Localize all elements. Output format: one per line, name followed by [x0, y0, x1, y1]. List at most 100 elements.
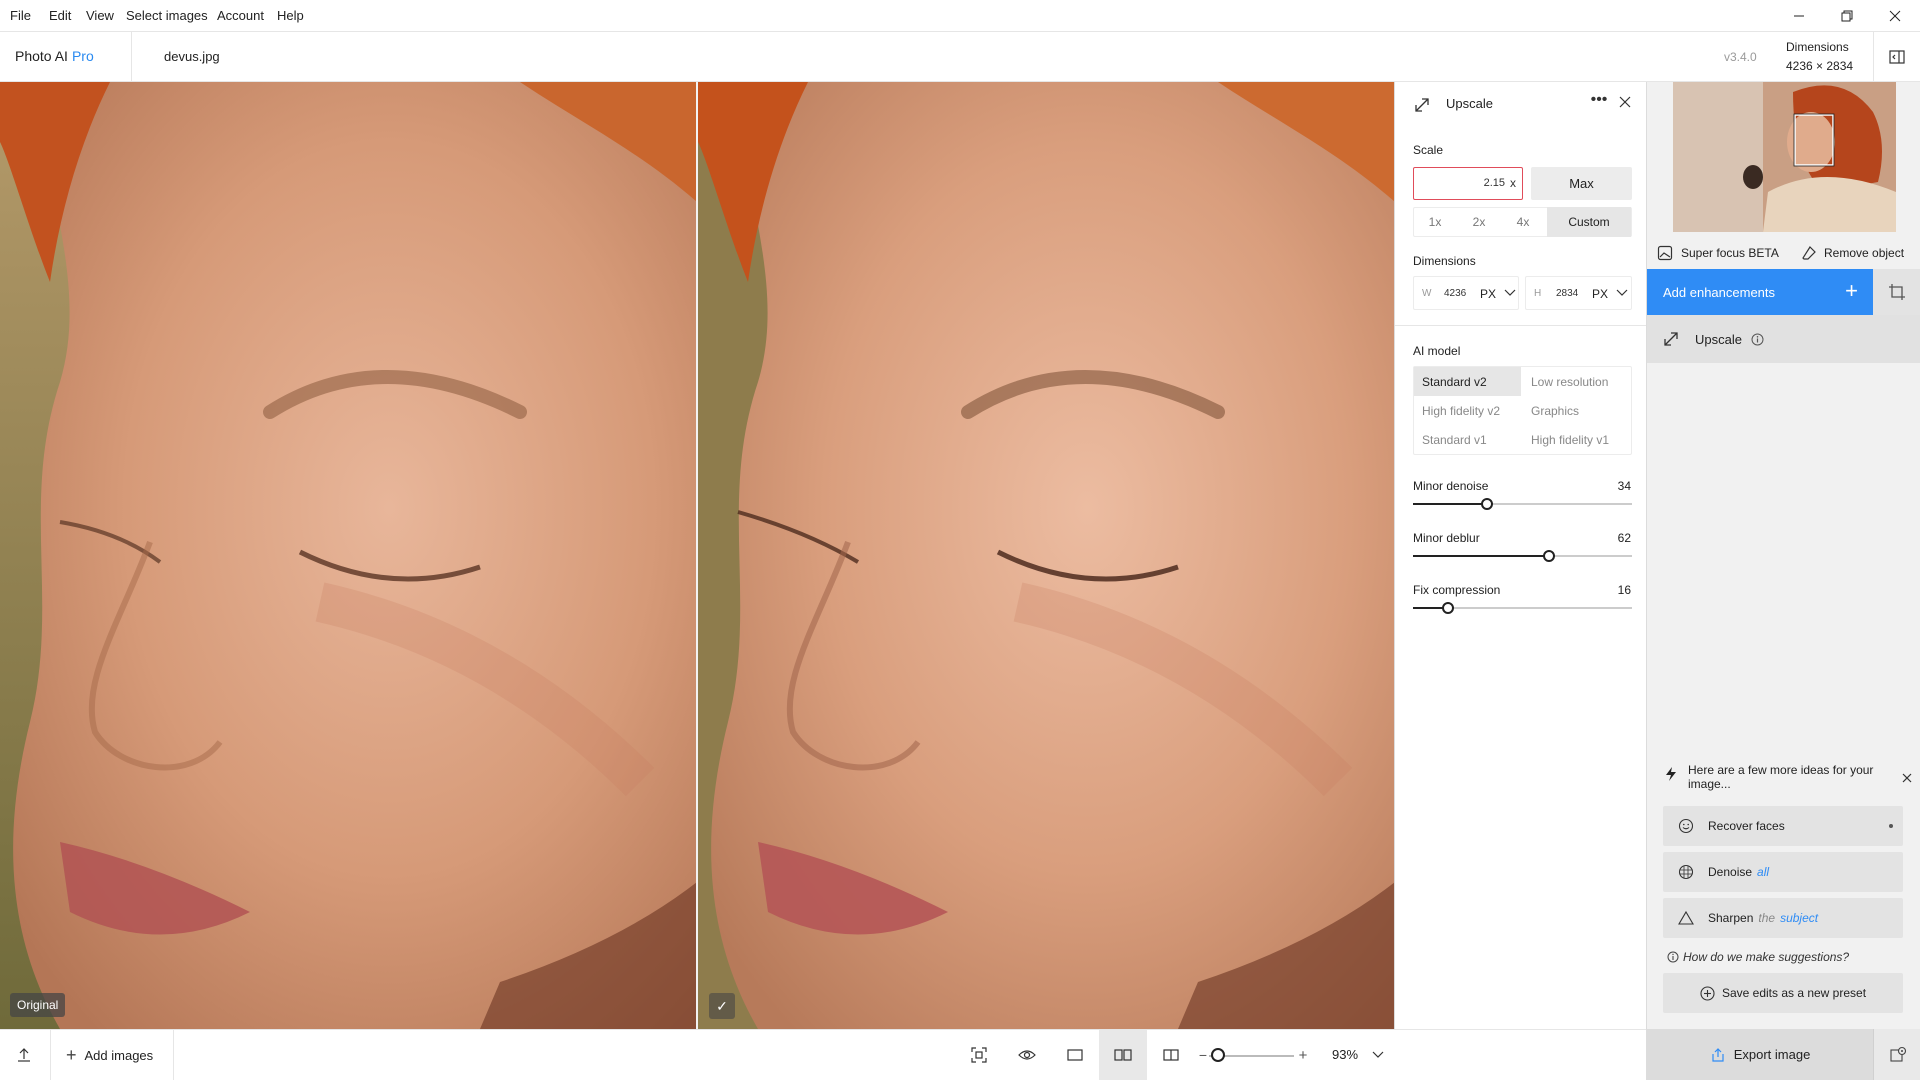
fix-compression-thumb[interactable] [1442, 602, 1454, 614]
menu-file[interactable]: File [10, 0, 31, 31]
close-icon [1889, 10, 1901, 21]
ai-model-label: AI model [1413, 344, 1461, 358]
minor-deblur-value: 62 [1617, 531, 1631, 545]
suggestion-sharpen[interactable]: Sharpen the subject [1663, 898, 1903, 938]
more-icon: ••• [1590, 91, 1608, 108]
file-name[interactable]: devus.jpg [164, 49, 220, 64]
suggestion-recover-faces[interactable]: Recover faces [1663, 806, 1903, 846]
single-view-button[interactable] [1051, 1030, 1099, 1080]
suggestion-scope[interactable]: all [1757, 865, 1769, 879]
navigator-thumbnail[interactable] [1673, 82, 1896, 232]
close-icon [1902, 773, 1912, 783]
toggle-panel-button[interactable] [1873, 32, 1920, 82]
scale-label: Scale [1413, 143, 1444, 157]
face-icon [1678, 818, 1694, 834]
preset-custom[interactable]: Custom [1547, 207, 1631, 237]
crop-icon [1889, 284, 1905, 300]
upload-button[interactable] [0, 1030, 48, 1080]
how-suggestions-link[interactable]: How do we make suggestions? [1683, 950, 1849, 964]
super-focus-button[interactable]: Super focus BETA [1657, 241, 1779, 265]
zoom-slider-thumb[interactable] [1211, 1048, 1225, 1062]
width-letter: W [1422, 288, 1432, 299]
zoom-out-button[interactable]: − [1196, 1030, 1210, 1080]
eye-icon [1018, 1050, 1036, 1060]
model-graphics[interactable]: Graphics [1523, 396, 1631, 425]
menu-select-images[interactable]: Select images [126, 0, 208, 31]
export-settings-button[interactable] [1873, 1029, 1920, 1080]
model-standard-v1[interactable]: Standard v1 [1414, 425, 1521, 454]
enhanced-check-badge[interactable]: ✓ [709, 993, 735, 1019]
add-circle-icon [1700, 985, 1715, 1001]
plus-icon: + [1845, 278, 1858, 303]
add-images-button[interactable]: + Add images [50, 1030, 174, 1080]
menu-account[interactable]: Account [217, 0, 264, 31]
suggestion-scope[interactable]: subject [1780, 911, 1818, 925]
zoom-dropdown-button[interactable] [1370, 1030, 1386, 1080]
close-window-button[interactable] [1872, 0, 1918, 31]
header-divider [131, 32, 132, 82]
suggestion-label: Recover faces [1708, 819, 1785, 833]
focus-frame-icon [971, 1047, 987, 1063]
minimize-icon [1794, 15, 1804, 16]
side-by-side-view-button[interactable] [1099, 1030, 1147, 1080]
height-field[interactable]: H 2834 PX [1525, 276, 1632, 310]
split-view-button[interactable] [1147, 1030, 1195, 1080]
enhanced-preview[interactable] [698, 82, 1394, 1029]
export-image-button[interactable]: Export image [1647, 1029, 1873, 1080]
preset-2x[interactable]: 2x [1457, 207, 1501, 237]
minor-deblur-label: Minor deblur [1413, 531, 1480, 545]
chevron-down-icon [1616, 289, 1628, 296]
dimensions-label: Dimensions [1413, 254, 1476, 268]
original-preview[interactable]: Original [0, 82, 696, 1029]
restore-button[interactable] [1824, 0, 1870, 31]
app-header: Photo AI Pro devus.jpg v3.4.0 Dimensions … [0, 31, 1920, 82]
export-icon [1712, 1047, 1724, 1062]
upscale-panel: Upscale ••• Scale 2.15 x Max 1x 2x 4x Cu… [1394, 82, 1647, 1029]
suggestion-denoise[interactable]: Denoise all [1663, 852, 1903, 892]
split-view-icon [1163, 1049, 1179, 1061]
save-preset-button[interactable]: Save edits as a new preset [1663, 973, 1903, 1013]
model-high-fidelity-v1[interactable]: High fidelity v1 [1523, 425, 1631, 454]
minimize-button[interactable] [1776, 0, 1822, 31]
zoom-percent[interactable]: 93% [1332, 1047, 1358, 1062]
width-field[interactable]: W 4236 PX [1413, 276, 1519, 310]
sharpen-icon [1678, 910, 1694, 925]
fix-compression-value: 16 [1617, 583, 1631, 597]
zoom-in-button[interactable]: + [1296, 1030, 1310, 1080]
export-image-label: Export image [1733, 1047, 1811, 1062]
remove-object-button[interactable]: Remove object [1801, 241, 1904, 265]
minus-icon: − [1198, 1047, 1208, 1063]
minor-denoise-thumb[interactable] [1481, 498, 1493, 510]
crop-button[interactable] [1873, 269, 1920, 315]
close-panel-button[interactable] [1619, 95, 1631, 113]
original-photo [0, 82, 696, 1029]
ideas-text: Here are a few more ideas for your image… [1688, 763, 1874, 791]
suggestion-label: Sharpen [1708, 911, 1754, 925]
info-icon[interactable] [1751, 333, 1764, 346]
preset-1x[interactable]: 1x [1413, 207, 1457, 237]
preview-toggle-button[interactable] [1003, 1030, 1051, 1080]
image-viewer[interactable]: Original ✓ [0, 82, 1394, 1029]
menu-help[interactable]: Help [277, 0, 304, 31]
width-unit: PX [1480, 287, 1497, 301]
model-low-resolution[interactable]: Low resolution [1523, 367, 1631, 396]
scale-input[interactable]: 2.15 x [1413, 167, 1523, 200]
upscale-enhancement-item[interactable]: Upscale [1647, 315, 1920, 363]
model-high-fidelity-v2[interactable]: High fidelity v2 [1414, 396, 1521, 425]
add-enhancements-button[interactable]: Add enhancements + [1647, 269, 1873, 315]
fix-compression-label: Fix compression [1413, 583, 1501, 597]
focus-view-button[interactable] [955, 1030, 1003, 1080]
preset-4x[interactable]: 4x [1501, 207, 1545, 237]
menu-view[interactable]: View [86, 0, 114, 31]
max-scale-button[interactable]: Max [1531, 167, 1632, 200]
model-standard-v2[interactable]: Standard v2 [1414, 367, 1521, 396]
panel-divider [1395, 325, 1647, 326]
app-brand: Photo AI Pro [15, 48, 94, 64]
close-ideas-button[interactable] [1902, 770, 1912, 788]
dimensions-value: 4236 × 2834 [1786, 59, 1854, 73]
minor-deblur-thumb[interactable] [1543, 550, 1555, 562]
more-options-button[interactable]: ••• [1586, 91, 1612, 115]
enhancements-panel: Super focus BETA Remove object Add enhan… [1646, 82, 1920, 1080]
height-value: 2834 [1556, 288, 1579, 299]
menu-edit[interactable]: Edit [49, 0, 71, 31]
